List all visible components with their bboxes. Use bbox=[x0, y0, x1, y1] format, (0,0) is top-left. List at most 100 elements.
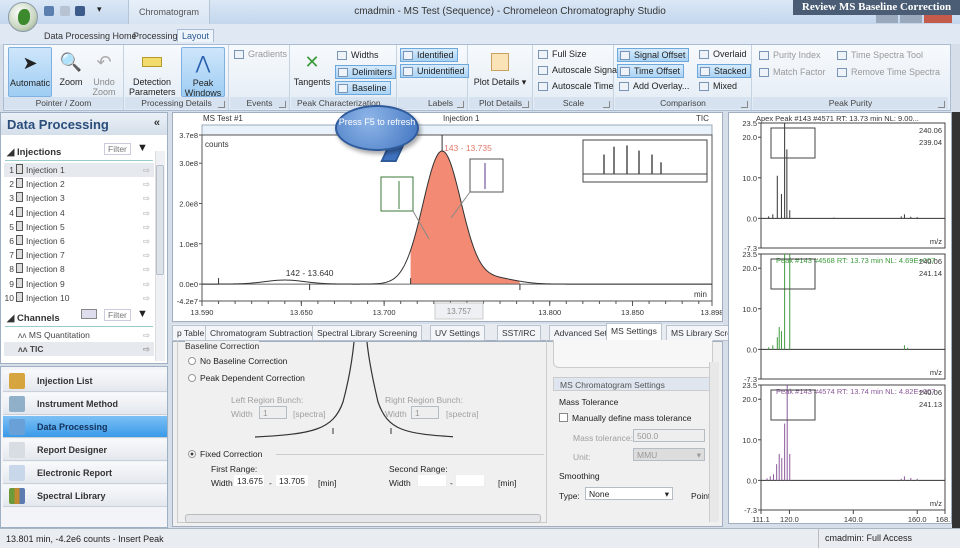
delimiters-button[interactable]: Delimiters bbox=[335, 65, 397, 79]
vertical-scrollbar[interactable] bbox=[709, 362, 719, 522]
injection-item[interactable]: 2 Injection 2 ⇨ bbox=[4, 177, 154, 191]
open-arrow-icon[interactable]: ⇨ bbox=[143, 220, 150, 234]
injection-item[interactable]: 5 Injection 5 ⇨ bbox=[4, 220, 154, 234]
settings-tab[interactable]: MS Settings bbox=[606, 323, 662, 341]
fixed-correction-radio[interactable]: Fixed Correction bbox=[188, 449, 262, 459]
redo-icon[interactable] bbox=[60, 6, 70, 16]
add-overlay-button[interactable]: Add Overlay... bbox=[617, 80, 692, 94]
mass-tolerance-input[interactable]: 500.0 bbox=[633, 429, 705, 442]
injection-item[interactable]: 9 Injection 9 ⇨ bbox=[4, 277, 154, 291]
close-button[interactable] bbox=[924, 15, 952, 23]
tab-processing[interactable]: Processing bbox=[129, 30, 182, 42]
channels-filter[interactable]: Filter bbox=[104, 309, 131, 321]
mass-label: 239.04 bbox=[919, 138, 942, 147]
baseline-button[interactable]: Baseline bbox=[335, 81, 391, 95]
open-arrow-icon[interactable]: ⇨ bbox=[143, 191, 150, 205]
tangents-button[interactable]: ✕ Tangents bbox=[293, 47, 331, 97]
nav-data-processing[interactable]: Data Processing bbox=[3, 416, 167, 438]
injection-item[interactable]: 8 Injection 8 ⇨ bbox=[4, 262, 154, 276]
y-tick-label: 23.5 bbox=[742, 119, 757, 128]
settings-tab[interactable]: SST/IRC bbox=[497, 325, 541, 341]
unidentified-button[interactable]: Unidentified bbox=[400, 64, 469, 78]
settings-tab[interactable]: Chromatogram Subtraction bbox=[205, 325, 318, 341]
minimize-button[interactable] bbox=[876, 15, 898, 23]
channels-header[interactable]: ◢ Channels bbox=[7, 313, 60, 324]
second-range-to[interactable] bbox=[455, 474, 485, 487]
collapse-button[interactable]: « bbox=[154, 117, 160, 129]
channel-view-icon[interactable] bbox=[81, 309, 97, 319]
detection-label: Detection Parameters bbox=[129, 77, 176, 97]
injection-item[interactable]: 6 Injection 6 ⇨ bbox=[4, 234, 154, 248]
autoscale-signal-button[interactable]: Autoscale Signal bbox=[536, 64, 622, 78]
remove-time-spectra-button[interactable]: Remove Time Spectra bbox=[835, 66, 943, 80]
overlaid-button[interactable]: Overlaid bbox=[697, 48, 750, 62]
nav-spectral-library[interactable]: Spectral Library bbox=[3, 485, 167, 507]
autoscale-time-button[interactable]: Autoscale Time bbox=[536, 80, 617, 94]
identified-button[interactable]: Identified bbox=[400, 48, 458, 62]
tab-data-processing-home[interactable]: Data Processing Home bbox=[40, 30, 141, 42]
nav-electronic-report[interactable]: Electronic Report bbox=[3, 462, 167, 484]
first-range-from[interactable]: 13.675 bbox=[233, 474, 265, 487]
injection-item[interactable]: 4 Injection 4 ⇨ bbox=[4, 206, 154, 220]
channel-tic[interactable]: ʌʌ TIC ⇨ bbox=[4, 342, 154, 356]
nav-report-designer[interactable]: Report Designer bbox=[3, 439, 167, 461]
open-arrow-icon[interactable]: ⇨ bbox=[143, 177, 150, 191]
smoothing-type-select[interactable]: None ▾ bbox=[585, 487, 673, 500]
stacked-button[interactable]: Stacked bbox=[697, 64, 751, 78]
signal-offset-button[interactable]: Signal Offset bbox=[617, 48, 690, 62]
undo-zoom-button[interactable]: ↶ Undo Zoom bbox=[88, 47, 120, 97]
undo-icon[interactable] bbox=[44, 6, 54, 16]
automatic-button[interactable]: ➤ Automatic bbox=[8, 47, 52, 97]
injection-item[interactable]: 1 Injection 1 ⇨ bbox=[4, 163, 154, 177]
open-arrow-icon[interactable]: ⇨ bbox=[143, 291, 150, 305]
chromatogram-chart[interactable]: counts min 3.7e8 3.0e8 2.0e8 1.0e8 0.0e0 -4.2e7… bbox=[173, 113, 722, 321]
settings-tab[interactable]: p Table bbox=[172, 325, 210, 341]
spectrum-title: Peak #143 #4568 RT: 13.73 min NL: 4.69E+… bbox=[776, 256, 935, 265]
settings-tab[interactable]: Spectral Library Screening bbox=[312, 325, 423, 341]
open-arrow-icon[interactable]: ⇨ bbox=[143, 277, 150, 291]
widths-button[interactable]: Widths bbox=[335, 49, 382, 63]
gradients-button[interactable]: Gradients bbox=[232, 48, 290, 62]
scrollbar-thumb[interactable] bbox=[156, 165, 164, 275]
injections-header[interactable]: ◢ Injections bbox=[7, 147, 61, 158]
peak-windows-button[interactable]: ⋀ Peak Windows bbox=[181, 47, 225, 98]
injection-item[interactable]: 3 Injection 3 ⇨ bbox=[4, 191, 154, 205]
open-arrow-icon[interactable]: ⇨ bbox=[143, 163, 150, 177]
second-range-from[interactable] bbox=[417, 474, 447, 487]
tab-layout[interactable]: Layout bbox=[177, 29, 215, 42]
purity-index-button[interactable]: Purity Index bbox=[757, 49, 824, 63]
nav-instrument-method[interactable]: Instrument Method bbox=[3, 393, 167, 415]
mixed-button[interactable]: Mixed bbox=[697, 80, 740, 94]
open-arrow-icon[interactable]: ⇨ bbox=[143, 248, 150, 262]
group-label: Scale bbox=[534, 97, 613, 109]
settings-tab[interactable]: UV Settings bbox=[430, 325, 485, 341]
full-size-button[interactable]: Full Size bbox=[536, 48, 590, 62]
injection-item[interactable]: 10 Injection 10 ⇨ bbox=[4, 291, 154, 305]
channel-ms-quantitation[interactable]: ʌʌ MS Quantitation ⇨ bbox=[4, 328, 154, 342]
manual-tolerance-checkbox[interactable]: Manually define mass tolerance bbox=[559, 413, 692, 423]
plot-details-button[interactable]: Plot Details ▾ bbox=[471, 47, 529, 97]
injection-item[interactable]: 7 Injection 7 ⇨ bbox=[4, 248, 154, 262]
first-range-to[interactable]: 13.705 bbox=[275, 474, 309, 487]
filter-icon[interactable]: ▼ bbox=[137, 142, 148, 154]
match-factor-button[interactable]: Match Factor bbox=[757, 66, 829, 80]
injections-filter[interactable]: Filter bbox=[104, 143, 131, 155]
mass-label: 241.13 bbox=[919, 400, 942, 409]
time-offset-button[interactable]: Time Offset bbox=[617, 64, 685, 78]
zoom-button[interactable]: 🔍 Zoom bbox=[56, 47, 86, 97]
customize-qa-icon[interactable]: ▾ bbox=[97, 4, 102, 15]
detection-parameters-button[interactable]: Detection Parameters bbox=[129, 47, 176, 97]
horizontal-scrollbar[interactable] bbox=[185, 514, 541, 523]
time-spectra-tool-button[interactable]: Time Spectra Tool bbox=[835, 49, 926, 63]
maximize-button[interactable] bbox=[900, 15, 922, 23]
divider bbox=[5, 160, 153, 161]
open-arrow-icon[interactable]: ⇨ bbox=[143, 234, 150, 248]
nav-injection-list[interactable]: Injection List bbox=[3, 370, 167, 392]
mass-spectra-chart[interactable]: Apex Peak #143 #4571 RT: 13.73 min NL: 9… bbox=[729, 113, 954, 524]
open-arrow-icon[interactable]: ⇨ bbox=[143, 206, 150, 220]
open-arrow-icon[interactable]: ⇨ bbox=[143, 262, 150, 276]
app-logo[interactable] bbox=[8, 2, 38, 32]
unit-select[interactable]: MMU ▾ bbox=[633, 448, 705, 461]
filter-icon[interactable]: ▼ bbox=[137, 308, 148, 320]
save-icon[interactable] bbox=[75, 6, 85, 16]
